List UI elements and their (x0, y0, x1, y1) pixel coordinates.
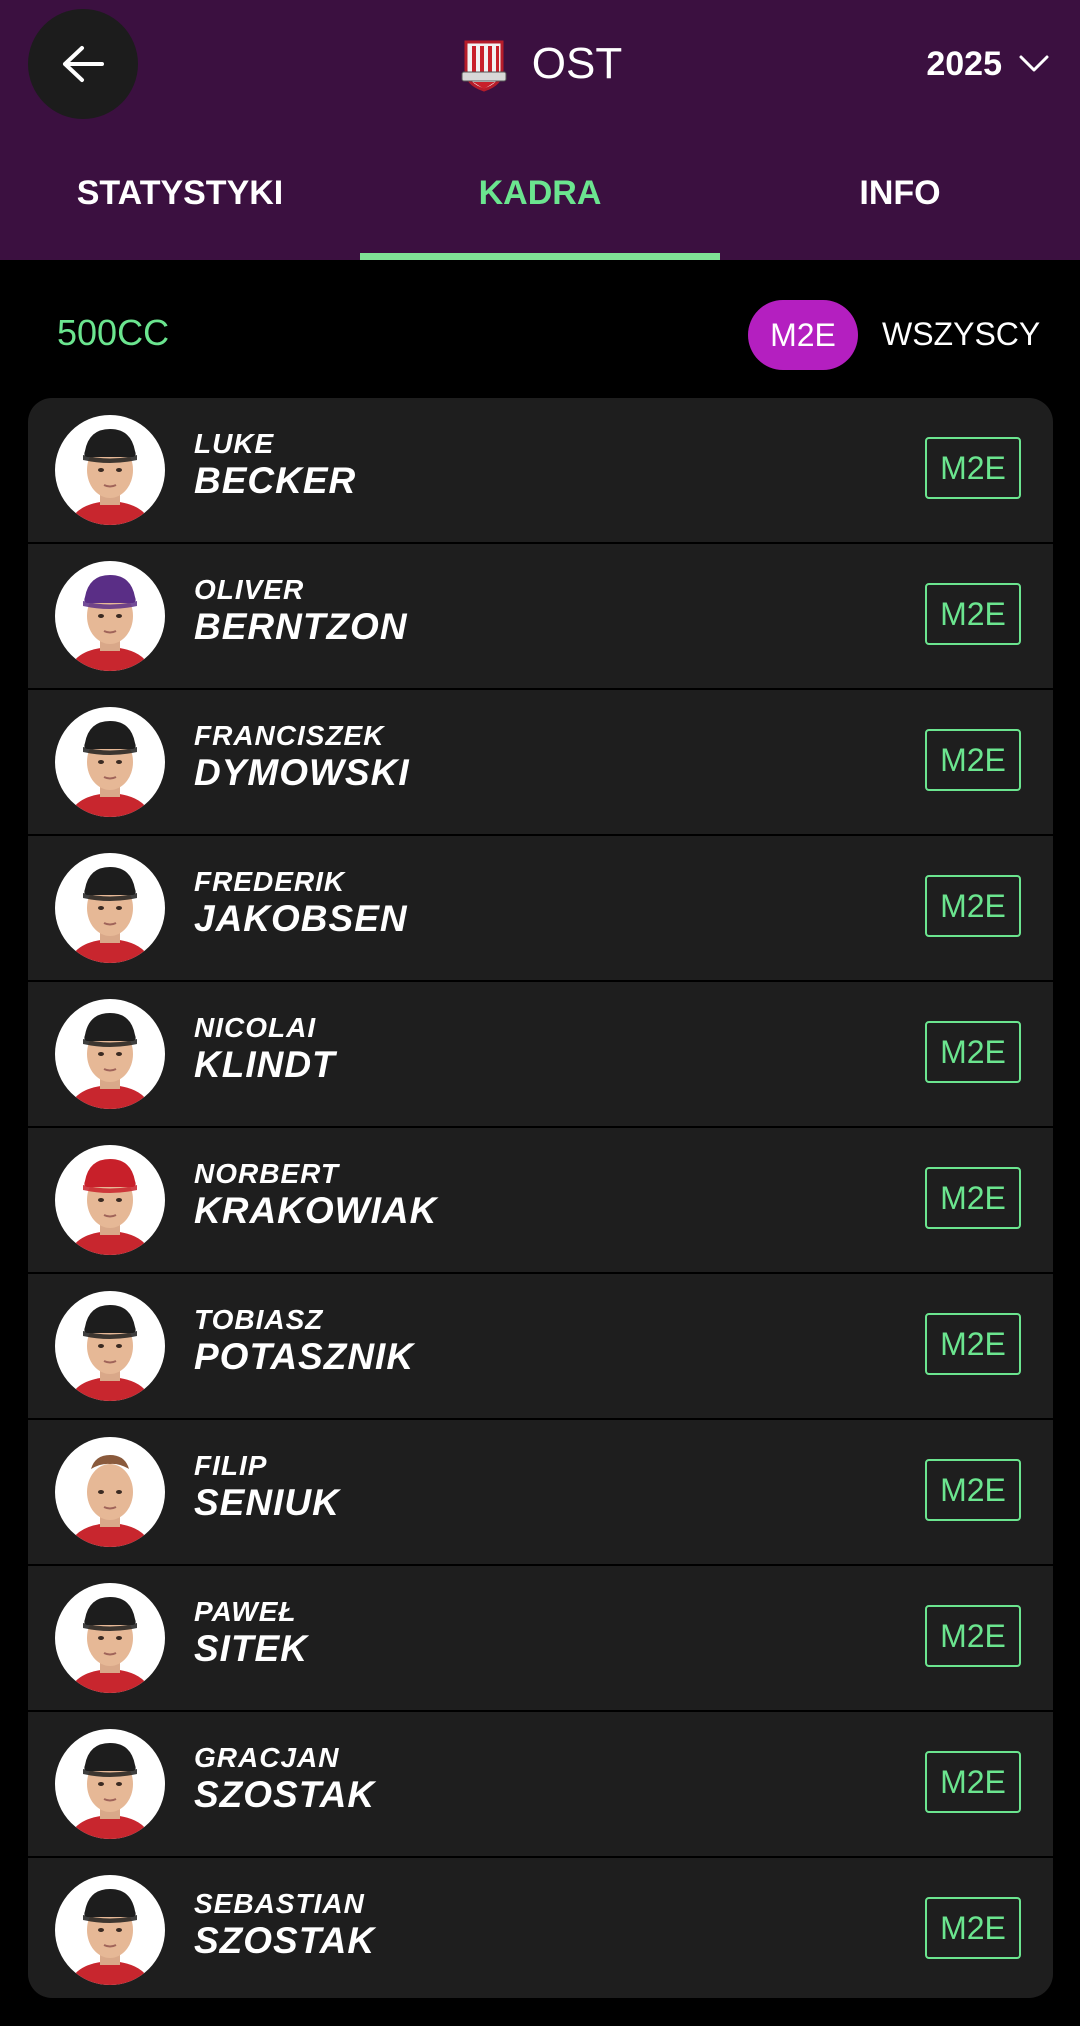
rider-row[interactable]: FILIP SENIUK M2E (28, 1420, 1053, 1564)
rider-avatar (55, 1875, 165, 1985)
rider-class-badge: M2E (925, 1459, 1021, 1521)
rider-row[interactable]: NICOLAI KLINDT M2E (28, 982, 1053, 1126)
rider-avatar (55, 853, 165, 963)
tab-kadra[interactable]: KADRA (360, 150, 720, 260)
rider-row[interactable]: SEBASTIAN SZOSTAK M2E (28, 1858, 1053, 1998)
team-code: OST (531, 39, 623, 88)
rider-class-badge: M2E (925, 437, 1021, 499)
rider-class-badge: M2E (925, 1021, 1021, 1083)
rider-class-badge: M2E (925, 1751, 1021, 1813)
rider-avatar (55, 1729, 165, 1839)
rider-first-name: NORBERT (194, 1158, 339, 1189)
rider-avatar (55, 707, 165, 817)
rider-last-name: SZOSTAK (194, 1774, 376, 1815)
chevron-down-icon (1019, 55, 1049, 72)
rider-first-name: OLIVER (194, 574, 305, 605)
team-title: OST (0, 28, 1080, 100)
rider-avatar (55, 999, 165, 1109)
rider-row[interactable]: GRACJAN SZOSTAK M2E (28, 1712, 1053, 1856)
rider-row[interactable]: FRANCISZEK DYMOWSKI M2E (28, 690, 1053, 834)
tab-bar: STATYSTYKI KADRA INFO (0, 150, 1080, 260)
tab-info[interactable]: INFO (720, 150, 1080, 260)
rider-last-name: KRAKOWIAK (194, 1190, 438, 1231)
rider-class-badge: M2E (925, 1313, 1021, 1375)
rider-first-name: SEBASTIAN (194, 1888, 365, 1919)
rider-row[interactable]: TOBIASZ POTASZNIK M2E (28, 1274, 1053, 1418)
rider-avatar (55, 415, 165, 525)
rider-last-name: SZOSTAK (194, 1920, 376, 1961)
rider-last-name: DYMOWSKI (194, 752, 410, 793)
rider-class-badge: M2E (925, 875, 1021, 937)
rider-row[interactable]: PAWEŁ SITEK M2E (28, 1566, 1053, 1710)
rider-avatar (55, 1583, 165, 1693)
rider-avatar (55, 1291, 165, 1401)
rider-last-name: KLINDT (194, 1044, 336, 1085)
rider-last-name: JAKOBSEN (194, 898, 408, 939)
rider-first-name: FRANCISZEK (194, 720, 385, 751)
rider-first-name: FREDERIK (194, 866, 346, 897)
rider-last-name: BECKER (194, 460, 357, 501)
rider-last-name: POTASZNIK (194, 1336, 415, 1377)
rider-last-name: SENIUK (194, 1482, 340, 1523)
filter-chip-m2e[interactable]: M2E (748, 300, 858, 370)
app-header: OST 2025 STATYSTYKI KADRA INFO (0, 0, 1080, 260)
rider-avatar (55, 1145, 165, 1255)
rider-class-badge: M2E (925, 1605, 1021, 1667)
filter-row: 500CC M2E WSZYSCY (0, 300, 1080, 370)
rider-avatar (55, 1437, 165, 1547)
rider-last-name: BERNTZON (194, 606, 408, 647)
rider-first-name: GRACJAN (194, 1742, 340, 1773)
class-label: 500CC (57, 312, 170, 353)
rider-first-name: TOBIASZ (194, 1304, 324, 1335)
rider-avatar (55, 561, 165, 671)
rider-class-badge: M2E (925, 729, 1021, 791)
season-value: 2025 (926, 44, 1002, 83)
team-crest-icon (461, 40, 507, 92)
rider-first-name: PAWEŁ (194, 1596, 297, 1627)
rider-class-badge: M2E (925, 1167, 1021, 1229)
filter-chip-all[interactable]: WSZYSCY (882, 316, 1040, 353)
season-selector[interactable]: 2025 (926, 34, 1050, 94)
rider-class-badge: M2E (925, 1897, 1021, 1959)
rider-last-name: SITEK (194, 1628, 308, 1669)
rider-list: LUKE BECKER M2E OLIVER BERNTZON M2E FRAN… (28, 398, 1053, 1998)
rider-row[interactable]: NORBERT KRAKOWIAK M2E (28, 1128, 1053, 1272)
rider-row[interactable]: OLIVER BERNTZON M2E (28, 544, 1053, 688)
rider-row[interactable]: LUKE BECKER M2E (28, 398, 1053, 542)
rider-first-name: LUKE (194, 428, 275, 459)
tab-statystyki[interactable]: STATYSTYKI (0, 150, 360, 260)
rider-class-badge: M2E (925, 583, 1021, 645)
rider-first-name: FILIP (194, 1450, 268, 1481)
rider-row[interactable]: FREDERIK JAKOBSEN M2E (28, 836, 1053, 980)
rider-first-name: NICOLAI (194, 1012, 317, 1043)
